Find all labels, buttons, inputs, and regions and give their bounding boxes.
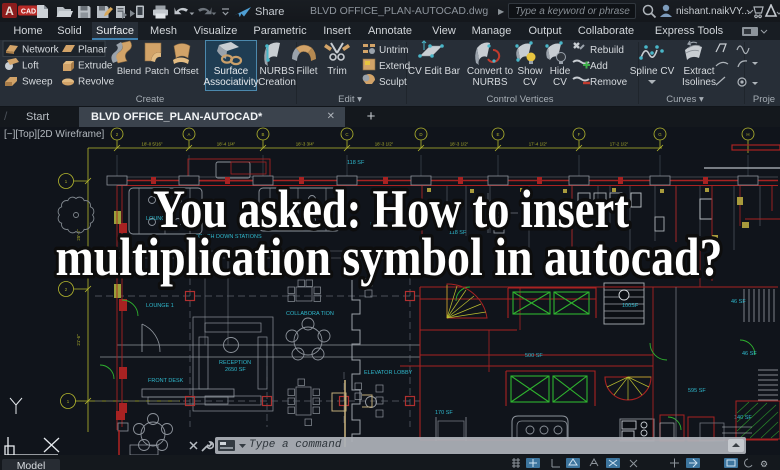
svg-text:B: B	[262, 132, 265, 137]
svg-text:18'-3 1/2": 18'-3 1/2"	[375, 142, 394, 147]
svg-text:Patch: Patch	[145, 66, 169, 77]
svg-text:Extract: Extract	[683, 66, 714, 77]
svg-text:Planar: Planar	[78, 45, 108, 56]
svg-text:Fillet: Fillet	[296, 66, 317, 77]
svg-text:CAD: CAD	[21, 9, 36, 16]
svg-text:H: H	[746, 132, 749, 137]
svg-text:595 SF: 595 SF	[688, 388, 706, 394]
svg-text:F: F	[578, 132, 581, 137]
svg-text:Rebuild: Rebuild	[590, 45, 624, 56]
svg-text:RECEPTION: RECEPTION	[219, 360, 251, 366]
svg-text:Network: Network	[22, 45, 60, 56]
svg-text:18'-4 1/4": 18'-4 1/4"	[217, 142, 236, 147]
svg-text:Share: Share	[255, 6, 284, 18]
svg-text:118 SF: 118 SF	[449, 230, 467, 236]
svg-text:D: D	[419, 132, 422, 137]
svg-text:Extend: Extend	[379, 61, 410, 72]
svg-text:500 SF: 500 SF	[525, 353, 543, 359]
svg-text:170 SF: 170 SF	[435, 410, 453, 416]
svg-text:Creation: Creation	[258, 77, 296, 88]
svg-text:G: G	[658, 132, 662, 137]
svg-text:17'-4 1/2": 17'-4 1/2"	[529, 142, 548, 147]
svg-text:2: 2	[116, 132, 119, 137]
svg-text:Loft: Loft	[22, 61, 39, 72]
svg-text:17'-2 1/2": 17'-2 1/2"	[610, 142, 629, 147]
svg-text:A: A	[188, 132, 191, 137]
svg-text:Associativity: Associativity	[203, 77, 258, 88]
svg-text:FRONT DESK: FRONT DESK	[148, 378, 184, 384]
svg-text:Extrude: Extrude	[78, 61, 113, 72]
svg-text:Offset: Offset	[173, 66, 199, 77]
svg-text:1: 1	[67, 399, 70, 404]
svg-text:Spline CV: Spline CV	[630, 66, 675, 77]
svg-text:2: 2	[65, 287, 68, 292]
svg-text:Hide: Hide	[550, 66, 571, 77]
svg-text:TOUCH DOWN STATIONS: TOUCH DOWN STATIONS	[195, 234, 262, 240]
svg-text:Convert to: Convert to	[467, 66, 514, 77]
svg-text:CV Edit Bar: CV Edit Bar	[408, 66, 461, 77]
svg-text:25'-0": 25'-0"	[76, 229, 81, 241]
svg-text:Show: Show	[517, 66, 543, 77]
svg-text:Sculpt: Sculpt	[379, 77, 407, 88]
svg-text:CV: CV	[523, 77, 537, 88]
svg-text:NURBS: NURBS	[472, 77, 507, 88]
svg-text:C: C	[345, 132, 348, 137]
svg-text:LOUNGE 1: LOUNGE 1	[146, 303, 174, 309]
svg-text:140 SF: 140 SF	[734, 415, 752, 421]
svg-text:Add: Add	[590, 61, 608, 72]
svg-text:Untrim: Untrim	[379, 45, 408, 56]
svg-text:21'-6": 21'-6"	[76, 334, 81, 346]
svg-text:1: 1	[65, 179, 68, 184]
svg-text:18'-3 3/4": 18'-3 3/4"	[296, 142, 315, 147]
svg-text:A: A	[5, 4, 14, 18]
svg-text:Surface: Surface	[214, 66, 249, 77]
svg-text:Sweep: Sweep	[22, 77, 53, 88]
svg-text:100SF: 100SF	[622, 303, 639, 309]
svg-text:Remove: Remove	[590, 77, 628, 88]
svg-text:18'-0 5/16": 18'-0 5/16"	[142, 142, 163, 147]
svg-text:2650 SF: 2650 SF	[225, 367, 246, 373]
svg-text:Isolines: Isolines	[682, 77, 716, 88]
svg-text:⚙: ⚙	[760, 459, 768, 469]
svg-text:Blend: Blend	[117, 66, 141, 77]
svg-text:68 SF: 68 SF	[370, 222, 385, 228]
svg-text:Trim: Trim	[327, 66, 347, 77]
svg-text:118 SF: 118 SF	[347, 160, 365, 166]
svg-text:NURBS: NURBS	[259, 66, 294, 77]
svg-text:ELEVATOR LOBBY: ELEVATOR LOBBY	[364, 370, 413, 376]
svg-text:COLLABORA TION: COLLABORA TION	[286, 311, 334, 317]
svg-text:CV: CV	[553, 77, 567, 88]
svg-text:46 SF: 46 SF	[742, 351, 757, 357]
svg-text:E: E	[497, 132, 500, 137]
svg-text:46 SF: 46 SF	[731, 299, 746, 305]
svg-text:nishant.naikVY...: nishant.naikVY...	[676, 6, 750, 17]
svg-text:18'-3 1/2": 18'-3 1/2"	[450, 142, 469, 147]
svg-text:LOUNGE 1: LOUNGE 1	[146, 216, 174, 222]
svg-text:Revolve: Revolve	[78, 77, 115, 88]
